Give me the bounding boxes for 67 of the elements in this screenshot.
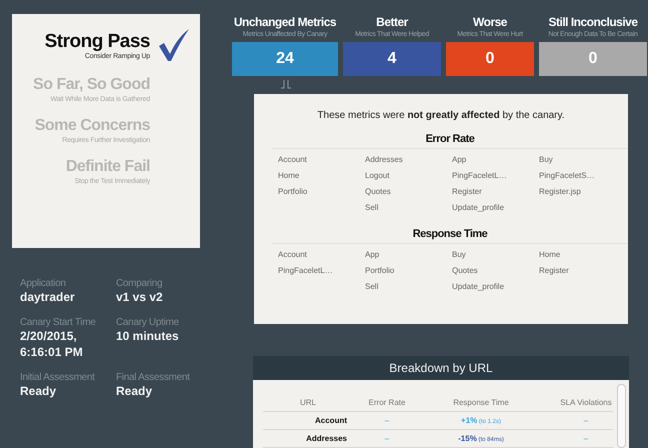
info-label: Canary Uptime: [116, 317, 180, 328]
info-value: Ready: [20, 383, 58, 399]
info-label: Initial Assessment: [20, 372, 96, 383]
info-value: v1 vs v2: [116, 289, 164, 305]
assessment-title: Some Concerns: [34, 116, 150, 136]
metric-name: Buy: [452, 249, 467, 261]
scrollbar[interactable]: [617, 384, 626, 448]
checkmark-icon: [158, 28, 190, 62]
metric-name: Register: [539, 265, 570, 277]
metric-name: Register.jsp: [539, 186, 582, 198]
info-label: Final Assessment: [116, 372, 191, 383]
column-header: SLA Violations: [559, 398, 613, 407]
table-cell-text: Account: [314, 416, 348, 425]
table-cell-text: –: [384, 434, 390, 443]
metric-name: App: [452, 154, 468, 166]
metric-name: Sell: [365, 281, 380, 293]
table-cell-text: –: [582, 416, 590, 425]
table-cell-text: –: [384, 416, 390, 425]
metric-name: Portfolio: [278, 186, 308, 198]
metric-name: PingFaceletS…: [539, 170, 596, 182]
group-heading: Error Rate: [272, 133, 628, 149]
metric-name: Portfolio: [365, 265, 396, 277]
table-cell-text: Addresses: [305, 434, 348, 443]
tile-title: Unchanged Metrics: [234, 15, 336, 29]
assessment-title: Definite Fail: [66, 157, 150, 177]
table-cell-text: –: [582, 434, 590, 443]
metric-name: Quotes: [452, 265, 479, 277]
info-value: Ready: [116, 383, 154, 399]
change-value: -15%: [458, 434, 477, 443]
tile-title: Better: [376, 15, 408, 29]
info-label: Comparing: [116, 278, 164, 289]
metric-name: Register: [452, 186, 483, 198]
metric-count-tile[interactable]: 24: [232, 42, 338, 76]
assessment-title: So Far, So Good: [33, 75, 150, 95]
metric-name: Account: [278, 249, 308, 261]
tile-title: Still Inconclusive: [548, 15, 638, 29]
metric-count-tile[interactable]: 0: [446, 42, 534, 76]
tile-title: Worse: [473, 15, 507, 29]
column-header: Error Rate: [368, 398, 406, 407]
metric-name: PingFaceletL…: [452, 170, 508, 182]
metric-name: Buy: [539, 154, 554, 166]
metric-name: Update_profile: [452, 281, 506, 293]
info-value: daytrader: [20, 289, 76, 305]
metric-name: Account: [278, 154, 308, 166]
assessment-title: Strong Pass: [44, 30, 150, 52]
column-header: Response Time: [452, 398, 510, 407]
metric-name: Quotes: [365, 186, 392, 198]
bracket-icon: [280, 80, 292, 88]
breakdown-header: Breakdown by URL: [253, 356, 629, 380]
info-value: 10 minutes: [116, 328, 180, 344]
info-label: Application: [20, 278, 67, 289]
metric-name: PingFaceletL…: [278, 265, 334, 277]
info-value: 2/20/2015, 6:16:01 PM: [20, 328, 84, 360]
metric-count-tile[interactable]: 4: [343, 42, 441, 76]
metric-name: Home: [539, 249, 562, 261]
change-value: +1%: [461, 416, 478, 425]
metric-count-tile[interactable]: 0: [539, 42, 647, 76]
info-label: Canary Start Time: [20, 317, 96, 328]
group-heading: Response Time: [272, 228, 628, 244]
metric-name: Home: [278, 170, 300, 182]
summary-text: These metrics were not greatly affected by the canary.: [316, 110, 566, 121]
metric-name: Addresses: [365, 154, 404, 166]
metric-name: Sell: [365, 202, 380, 214]
column-header: URL: [298, 398, 317, 407]
metric-name: Update_profile: [452, 202, 506, 214]
metric-name: Logout: [365, 170, 390, 182]
metric-name: App: [365, 249, 380, 261]
